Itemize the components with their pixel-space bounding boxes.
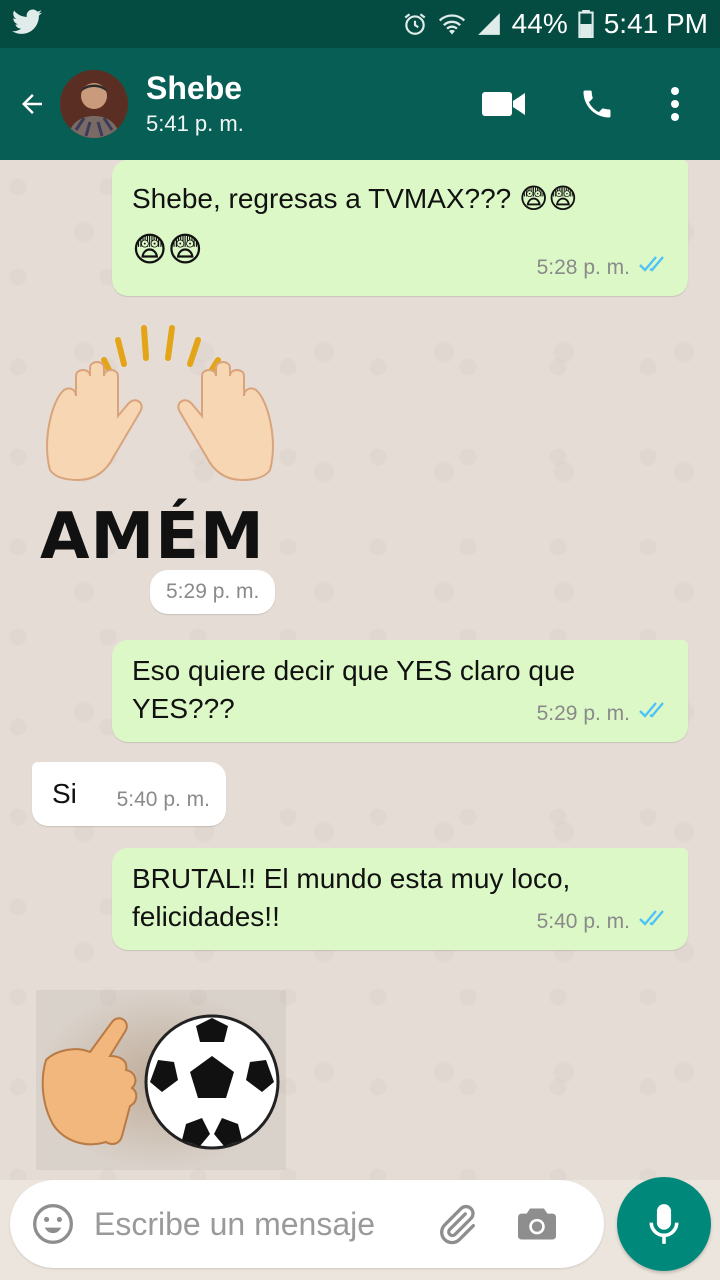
- sticker-text: AMÉM: [40, 500, 265, 574]
- twitter-icon: [12, 9, 42, 40]
- last-seen: 5:41 p. m.: [146, 111, 244, 136]
- wifi-icon: [438, 11, 466, 37]
- message-time: 5:40 p. m.: [536, 910, 630, 933]
- sticker-call-me-soccer-ball[interactable]: [36, 990, 286, 1170]
- read-ticks-icon: [638, 695, 670, 732]
- message-bubble-outgoing[interactable]: BRUTAL!! El mundo esta muy loco, felicid…: [112, 848, 688, 950]
- camera-button[interactable]: [512, 1199, 562, 1249]
- emoji-button[interactable]: [30, 1201, 76, 1247]
- attach-icon: [440, 1204, 475, 1245]
- status-left: [12, 9, 42, 40]
- more-options-button[interactable]: [660, 86, 690, 122]
- message-composer: [10, 1180, 604, 1268]
- soccer-ball-icon: [144, 1014, 280, 1150]
- sticker-amen[interactable]: AMÉM: [40, 320, 280, 580]
- read-ticks-icon: [638, 903, 670, 940]
- raised-hands-icon: [46, 325, 274, 482]
- message-input[interactable]: [94, 1205, 424, 1243]
- message-text-line2: felicidades!!: [132, 901, 280, 932]
- message-text-line2: YES???: [132, 693, 235, 724]
- message-text: BRUTAL!! El mundo esta muy loco,: [132, 863, 571, 894]
- mic-icon: [649, 1204, 679, 1244]
- message-meta: 5:29 p. m.: [537, 695, 670, 732]
- battery-percent: 44%: [511, 8, 568, 39]
- message-meta: 5:28 p. m.: [537, 249, 670, 286]
- contact-name: Shebe: [146, 70, 243, 106]
- phone-icon: [583, 90, 611, 118]
- contact-info[interactable]: Shebe 5:41 p. m.: [146, 69, 244, 139]
- video-call-button[interactable]: [474, 89, 534, 119]
- status-bar: 44% 5:41 PM: [0, 0, 720, 48]
- message-time: 5:28 p. m.: [536, 256, 630, 279]
- message-text-line2: 😨😨: [132, 231, 203, 269]
- voice-call-button[interactable]: [572, 86, 622, 122]
- message-bubble-outgoing[interactable]: Shebe, regresas a TVMAX??? 😨😨 😨😨 5:28 p.…: [112, 160, 688, 296]
- status-right: 44% 5:41 PM: [402, 8, 708, 40]
- message-text: Shebe, regresas a TVMAX??? 😨😨: [132, 183, 578, 214]
- chat-header: Shebe 5:41 p. m.: [0, 48, 720, 160]
- voice-record-button[interactable]: [617, 1177, 711, 1271]
- read-ticks-icon: [638, 249, 670, 286]
- message-meta: 5:40 p. m.: [117, 781, 210, 818]
- chat-area[interactable]: Shebe, regresas a TVMAX??? 😨😨 😨😨 5:28 p.…: [0, 160, 720, 1180]
- back-arrow-icon: [22, 94, 42, 114]
- battery-icon: [578, 10, 594, 38]
- avatar[interactable]: [60, 70, 128, 138]
- camera-icon: [518, 1208, 556, 1240]
- message-text: Eso quiere decir que YES claro que: [132, 655, 576, 686]
- emoji-icon: [33, 1204, 73, 1244]
- message-time: 5:29 p. m.: [150, 570, 276, 614]
- message-time: 5:29 p. m.: [536, 702, 630, 725]
- clock: 5:41 PM: [603, 8, 708, 39]
- attach-button[interactable]: [432, 1199, 482, 1249]
- back-button[interactable]: [4, 48, 60, 160]
- message-meta: 5:40 p. m.: [537, 903, 670, 940]
- avatar-photo: [60, 70, 128, 138]
- header-actions: [474, 86, 720, 122]
- message-time: 5:40 p. m.: [116, 788, 210, 811]
- message-bubble-incoming[interactable]: Si 5:40 p. m.: [32, 762, 226, 826]
- video-call-icon: [482, 92, 525, 116]
- more-vert-icon: [671, 87, 679, 121]
- signal-icon: [476, 11, 502, 37]
- alarm-icon: [402, 11, 428, 37]
- message-bubble-outgoing[interactable]: Eso quiere decir que YES claro que YES??…: [112, 640, 688, 742]
- message-text: Si: [52, 778, 77, 809]
